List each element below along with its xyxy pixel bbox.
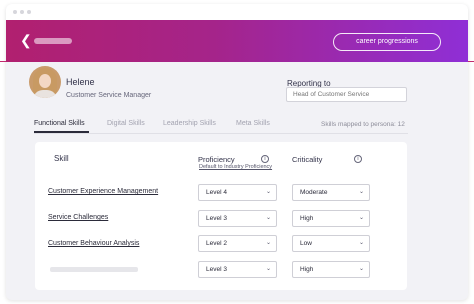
criticality-value: High bbox=[300, 215, 314, 222]
criticality-value: Moderate bbox=[300, 189, 328, 196]
proficiency-value: Level 4 bbox=[206, 189, 227, 196]
chevron-down-icon: ⌄ bbox=[265, 240, 271, 246]
chevron-down-icon: ⌄ bbox=[265, 266, 271, 272]
window-dot bbox=[13, 10, 17, 14]
skill-link[interactable]: Customer Experience Management bbox=[48, 188, 158, 195]
criticality-select[interactable]: Low ⌄ bbox=[292, 235, 370, 252]
column-header-proficiency: Proficiency bbox=[198, 155, 235, 164]
proficiency-value: Level 3 bbox=[206, 266, 227, 273]
criticality-select[interactable]: High ⌄ bbox=[292, 210, 370, 227]
chevron-down-icon: ⌄ bbox=[358, 240, 364, 246]
profile-role: Customer Service Manager bbox=[66, 92, 152, 99]
career-progressions-button[interactable]: career progressions bbox=[333, 33, 441, 51]
proficiency-value: Level 2 bbox=[206, 240, 227, 247]
proficiency-value: Level 3 bbox=[206, 215, 227, 222]
criticality-select[interactable]: High ⌄ bbox=[292, 261, 370, 278]
skills-mapped-count: Skills mapped to persona: 12 bbox=[321, 121, 405, 128]
skill-link[interactable]: Service Challenges bbox=[48, 214, 108, 221]
window-titlebar bbox=[6, 4, 468, 20]
tab-functional-skills[interactable]: Functional Skills bbox=[34, 120, 85, 127]
window-dot bbox=[20, 10, 24, 14]
tab-leadership-skills[interactable]: Leadership Skills bbox=[163, 120, 216, 127]
criticality-select[interactable]: Moderate ⌄ bbox=[292, 184, 370, 201]
accent-line bbox=[0, 61, 6, 62]
proficiency-select[interactable]: Level 2 ⌄ bbox=[198, 235, 277, 252]
column-header-skill: Skill bbox=[54, 154, 69, 163]
chevron-down-icon: ⌄ bbox=[358, 189, 364, 195]
chevron-down-icon: ⌄ bbox=[265, 215, 271, 221]
info-icon[interactable]: i bbox=[261, 155, 269, 163]
chevron-left-icon[interactable]: ❮ bbox=[20, 31, 34, 49]
skill-placeholder bbox=[50, 267, 138, 272]
breadcrumb bbox=[34, 38, 72, 44]
chevron-down-icon: ⌄ bbox=[358, 266, 364, 272]
profile-name: Helene bbox=[66, 77, 95, 87]
proficiency-select[interactable]: Level 3 ⌄ bbox=[198, 210, 277, 227]
info-icon[interactable]: i bbox=[354, 155, 362, 163]
proficiency-select[interactable]: Level 3 ⌄ bbox=[198, 261, 277, 278]
skill-link[interactable]: Customer Behaviour Analysis bbox=[48, 240, 139, 247]
proficiency-select[interactable]: Level 4 ⌄ bbox=[198, 184, 277, 201]
tab-meta-skills[interactable]: Meta Skills bbox=[236, 120, 270, 127]
criticality-value: High bbox=[300, 266, 314, 273]
chevron-down-icon: ⌄ bbox=[265, 189, 271, 195]
page-header: ❮ career progressions bbox=[6, 20, 468, 62]
tab-digital-skills[interactable]: Digital Skills bbox=[107, 120, 145, 127]
window-dot bbox=[27, 10, 31, 14]
accent-line bbox=[468, 61, 474, 62]
active-tab-indicator bbox=[34, 131, 89, 133]
column-header-criticality: Criticality bbox=[292, 155, 323, 164]
tabs-divider bbox=[34, 133, 408, 134]
reporting-to-field[interactable] bbox=[286, 87, 407, 102]
criticality-value: Low bbox=[300, 240, 312, 247]
default-proficiency-link[interactable]: Default to Industry Proficiency bbox=[199, 164, 272, 170]
chevron-down-icon: ⌄ bbox=[358, 215, 364, 221]
avatar bbox=[29, 66, 61, 98]
